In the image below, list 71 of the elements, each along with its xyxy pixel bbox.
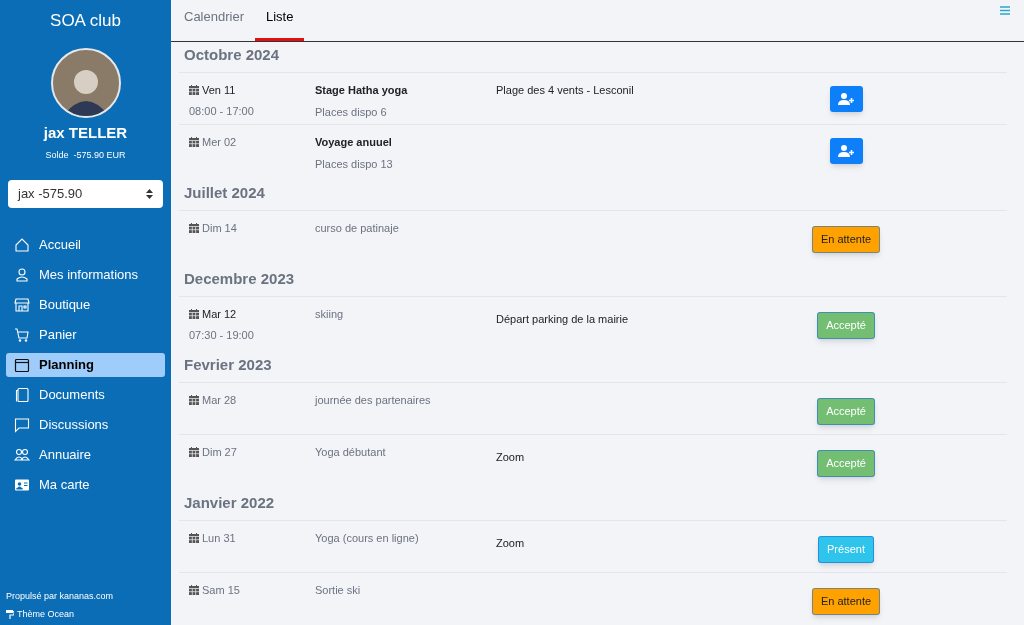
event-title: Yoga débutant [315,445,387,460]
status-button[interactable]: En attente [811,226,881,253]
documents-icon [14,386,30,403]
event-date: Dim 27 [202,445,237,460]
event-time: 07:30 - 19:00 [189,327,255,343]
house-icon [14,236,30,253]
event-title: Yoga (cours en ligne) [315,531,420,546]
nav-item[interactable]: Discussions [6,412,165,437]
calendar-icon [189,309,199,320]
people-icon [14,446,30,463]
calendar-icon [189,585,199,596]
add-user-icon [838,145,854,157]
event-date: Mar 28 [202,393,237,408]
event-title: Sortie ski [315,583,362,598]
event-location: Zoom [496,451,525,463]
event-date: Sam 15 [202,583,240,598]
places-available: Places dispo 6 [315,104,388,120]
event-location: Plage des 4 vents - Lesconil [496,84,634,96]
chat-bubble-icon [14,416,30,433]
calendar-icon [189,137,199,148]
tab[interactable]: Calendrier [173,6,255,41]
nav-item[interactable]: Ma carte [6,472,165,497]
calendar-icon [189,223,199,234]
nav-item[interactable]: Documents [6,382,165,407]
calendar-icon [189,533,199,544]
theme-link[interactable]: Thème Ocean [17,607,75,621]
add-user-icon [838,93,854,105]
user-name: jax TELLER [42,122,129,143]
places-available: Places dispo 13 [315,156,394,172]
calendar-icon [189,447,199,458]
event-date: Lun 31 [202,531,236,546]
nav-item[interactable]: Panier [6,322,165,347]
month-heading: Janvier 2022 [179,491,1007,521]
event-title: skiing [315,307,345,322]
club-name: SOA club [49,10,122,32]
shop-icon [14,296,30,313]
nav-item[interactable]: Boutique [6,292,165,317]
tab[interactable]: Liste [255,6,305,41]
month-heading: Fevrier 2023 [179,353,1007,383]
event-title: journée des partenaires [315,393,432,408]
nav-item[interactable]: Mes informations [6,262,165,287]
event-title: Voyage anuuel [315,135,393,150]
month-heading: Decembre 2023 [179,267,1007,297]
month-heading: Octobre 2024 [179,42,1007,73]
cart-icon [14,326,30,343]
paint-roller-icon [6,609,14,619]
event-date: Ven 11 [202,83,236,98]
nav-item[interactable]: Accueil [6,232,165,257]
status-button[interactable]: En attente [811,588,881,615]
powered-by-text: Propulsé par kananas.com [6,590,115,603]
register-button[interactable] [829,138,863,164]
event-date: Dim 14 [202,221,237,236]
dropdown-icon [146,188,153,199]
person-icon [14,266,30,283]
event-date: Mer 02 [202,135,237,150]
account-select[interactable]: jax -575.90 [8,179,163,208]
register-button[interactable] [829,86,863,112]
event-date: Mar 12 [202,307,237,322]
event-title: Stage Hatha yoga [315,83,409,98]
calendar-icon [189,85,199,96]
event-location: Départ parking de la mairie [496,313,629,325]
month-heading: Juillet 2024 [179,181,1007,211]
event-location: Zoom [496,537,525,549]
balance-text: Solde -575.90 EUR [44,149,127,162]
menu-icon[interactable] [1000,6,1010,15]
event-time: 08:00 - 17:00 [189,103,255,119]
nav-item[interactable]: Planning [6,352,165,377]
nav-item[interactable]: Annuaire [6,442,165,467]
event-title: curso de patinaje [315,221,400,236]
calendar-icon [14,356,30,373]
calendar-icon [189,395,199,406]
